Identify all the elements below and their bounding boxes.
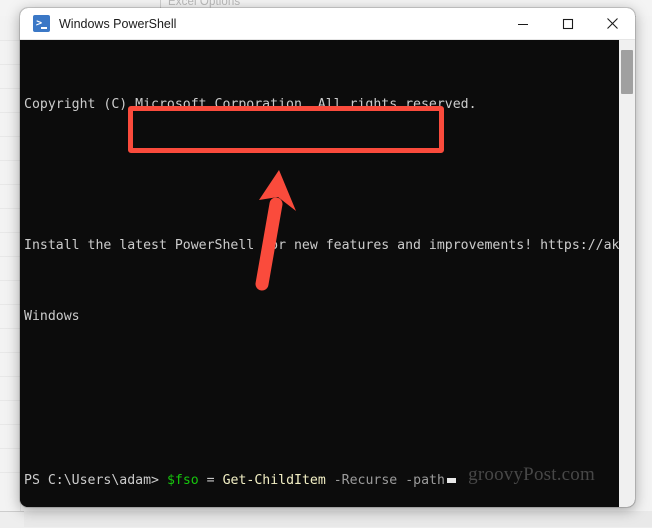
console-scrollbar-thumb[interactable]: [621, 50, 633, 94]
background-bottom-segment: [394, 511, 652, 527]
command-cmdlet: Get-ChildItem: [222, 473, 326, 488]
background-left-column: [0, 16, 21, 511]
console-body[interactable]: Copyright (C) Microsoft Corporation. All…: [20, 40, 635, 507]
console-scrollbar[interactable]: [619, 40, 635, 507]
command-param-path: -path: [405, 473, 445, 488]
console-prompt: PS C:\Users\adam>: [24, 473, 159, 488]
excel-options-label: Excel Options: [168, 0, 241, 8]
background-bottom-segment: [66, 511, 387, 527]
command-equals: =: [206, 473, 215, 488]
window-title: Windows PowerShell: [59, 16, 177, 31]
background-right-column: [636, 16, 652, 511]
console-line-install: Install the latest PowerShell for new fe…: [24, 238, 635, 253]
command-variable: $fso: [166, 473, 199, 488]
console-output[interactable]: Copyright (C) Microsoft Corporation. All…: [20, 40, 635, 507]
window-controls: [500, 8, 635, 39]
background-bottom-segment: [24, 511, 67, 527]
console-line-windows: Windows: [24, 308, 80, 324]
window-titlebar[interactable]: Windows PowerShell: [20, 8, 635, 40]
maximize-icon[interactable]: [545, 8, 590, 39]
watermark: groovyPost.com: [468, 464, 595, 485]
powershell-window: Windows PowerShell Copyright: [20, 8, 635, 507]
close-icon[interactable]: [590, 8, 635, 39]
text-cursor: [446, 478, 456, 483]
console-line-copyright: Copyright (C) Microsoft Corporation. All…: [24, 97, 477, 112]
minimize-icon[interactable]: [500, 8, 545, 39]
powershell-icon: [33, 15, 50, 32]
command-param-recurse: -Recurse: [333, 473, 398, 488]
